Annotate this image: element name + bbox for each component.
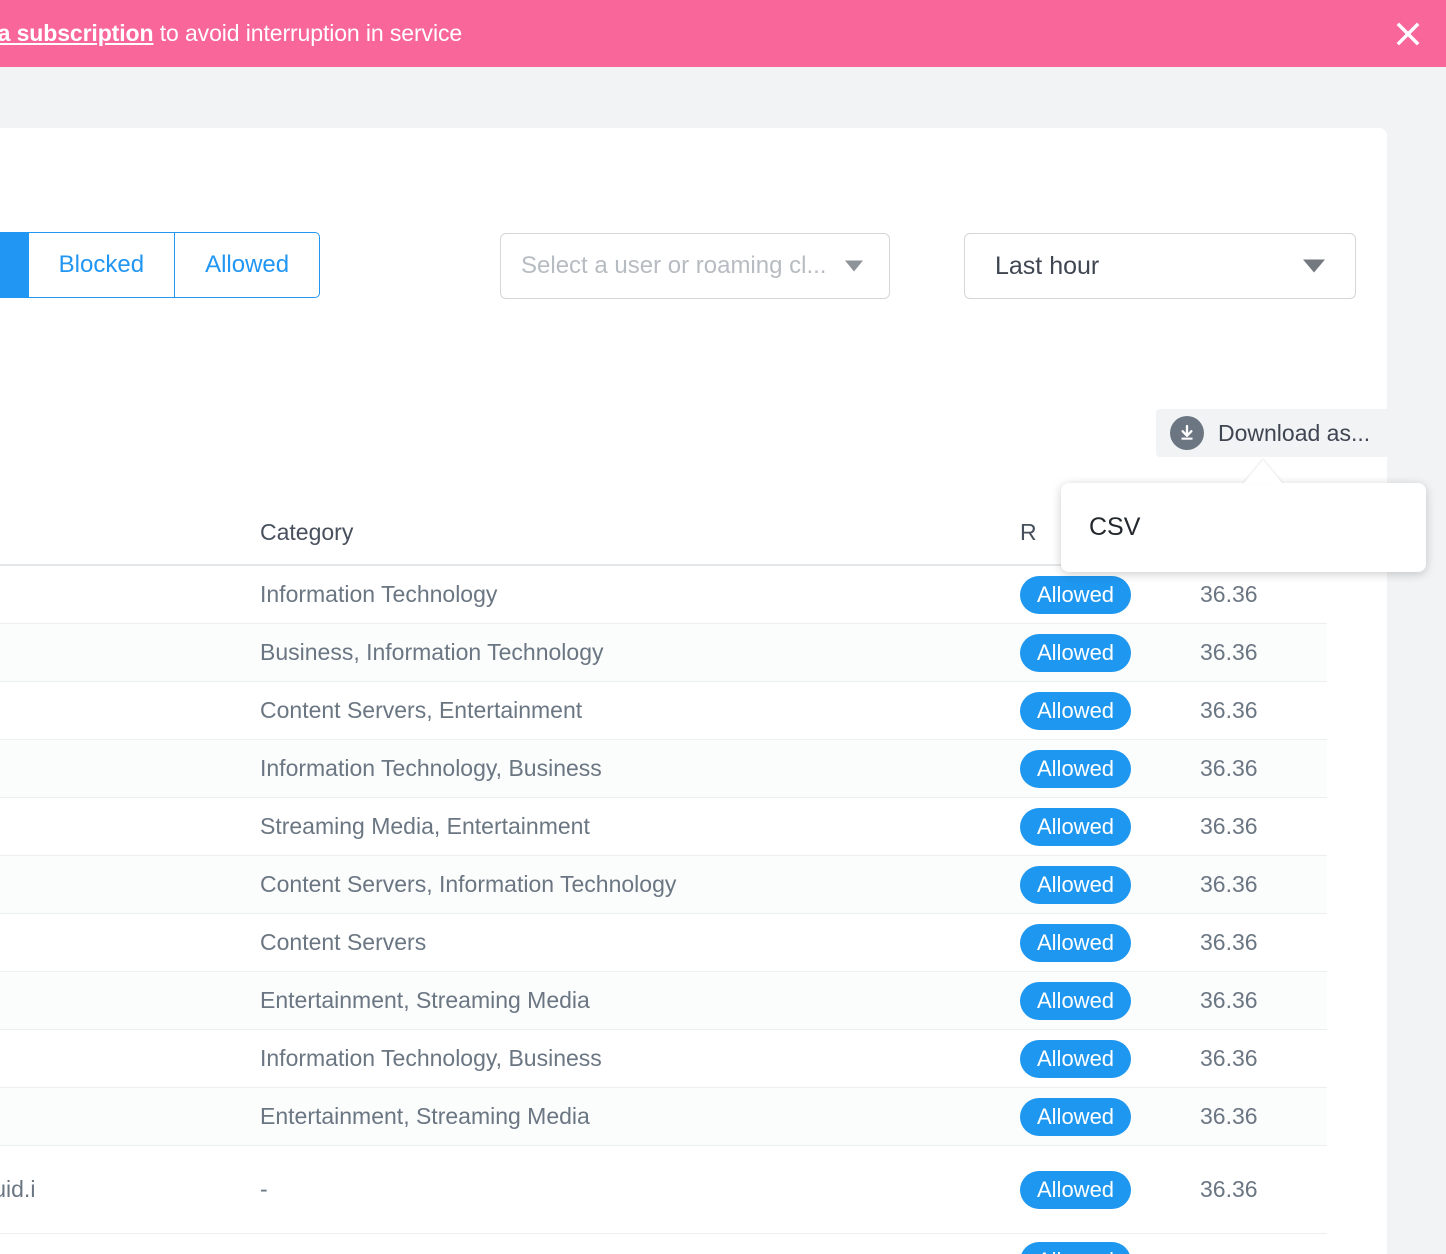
cell-result: Allowed: [1020, 807, 1200, 846]
cell-result: Allowed: [1020, 691, 1200, 730]
table-row[interactable]: arnuid.i - Allowed 36.36: [0, 1146, 1327, 1234]
dropdown-pointer: [1243, 460, 1283, 484]
status-badge: Allowed: [1020, 923, 1132, 962]
status-badge: Allowed: [1020, 749, 1132, 788]
cell-value: 36.36: [1200, 929, 1258, 955]
cell-value: 36.36: [1200, 697, 1258, 723]
subscription-banner: ose a subscription to avoid interruption…: [0, 0, 1446, 67]
table-row-partial: Allowed: [0, 1234, 1327, 1254]
cell-result: Allowed: [1020, 633, 1200, 672]
cell-value: 36.36: [1200, 987, 1258, 1013]
banner-message-text: to avoid interruption in service: [153, 20, 463, 46]
table-row[interactable]: Information Technology, Business Allowed 3…: [0, 1030, 1327, 1088]
cell-value: 36.36: [1200, 755, 1258, 781]
cell-result: Allowed: [1020, 1039, 1200, 1078]
cell-category: Information Technology, Business: [260, 1045, 602, 1071]
cell-category: Business, Information Technology: [260, 639, 604, 665]
cell-value: 36.36: [1200, 1103, 1258, 1129]
cell-value: 36.36: [1200, 871, 1258, 897]
cell-result: Allowed: [1020, 865, 1200, 904]
filter-toolbar: All Blocked Allowed Select a user or roa…: [0, 232, 1387, 304]
table-row[interactable]: Business, Information Technology Allowed 3…: [0, 624, 1327, 682]
cell-value: 36.36: [1200, 813, 1258, 839]
cell-category: Content Servers: [260, 929, 427, 955]
cell-category: Content Servers, Information Technology: [260, 871, 677, 897]
user-select-placeholder: Select a user or roaming cl...: [521, 252, 827, 279]
cell-result: Allowed: [1020, 1170, 1200, 1209]
cell-category: -: [260, 1176, 268, 1202]
status-badge: Allowed: [1020, 1039, 1132, 1078]
status-filter-group: All Blocked Allowed: [0, 232, 321, 298]
chevron-down-icon: [1303, 259, 1325, 273]
table-row[interactable]: Content Servers, Entertainment Allowed 36.…: [0, 682, 1327, 740]
download-as-button[interactable]: Download as...: [1156, 409, 1412, 457]
status-badge: Allowed: [1020, 1097, 1132, 1136]
filter-tab-all[interactable]: All: [0, 232, 29, 298]
table-row[interactable]: Streaming Media, Entertainment Allowed 36.…: [0, 798, 1327, 856]
cell-category: Information Technology, Business: [260, 755, 602, 781]
table-body: Information Technology Allowed 36.36 Busine…: [0, 566, 1327, 1234]
cell-category: Streaming Media, Entertainment: [260, 813, 590, 839]
content-card: All Blocked Allowed Select a user or roa…: [0, 128, 1387, 1254]
download-as-label: Download as...: [1218, 419, 1371, 446]
cell-category: Entertainment, Streaming Media: [260, 1103, 590, 1129]
filter-tab-blocked[interactable]: Blocked: [27, 232, 176, 298]
time-range-select[interactable]: Last hour: [964, 233, 1356, 299]
cell-category: Information Technology: [260, 581, 498, 607]
cell-value: 36.36: [1200, 1176, 1258, 1202]
download-format-menu: CSV: [1061, 483, 1426, 572]
cell-result: Allowed: [1020, 923, 1200, 962]
table-row[interactable]: Content Servers Allowed 36.36: [0, 914, 1327, 972]
status-badge: Allowed: [1020, 1242, 1132, 1254]
status-badge: Allowed: [1020, 981, 1132, 1020]
time-range-value: Last hour: [995, 251, 1100, 280]
status-badge: Allowed: [1020, 691, 1132, 730]
cell-value: 36.36: [1200, 639, 1258, 665]
download-circle-icon: [1170, 416, 1204, 450]
cell-category: Entertainment, Streaming Media: [260, 987, 590, 1013]
cell-result: Allowed: [1020, 1097, 1200, 1136]
chevron-down-icon: [845, 260, 863, 272]
cell-host: arnuid.i: [0, 1176, 36, 1202]
cell-result: Allowed: [1020, 575, 1200, 614]
status-badge: Allowed: [1020, 575, 1132, 614]
status-badge: Allowed: [1020, 633, 1132, 672]
table-row[interactable]: Entertainment, Streaming Media Allowed 36.…: [0, 1088, 1327, 1146]
column-header-category[interactable]: Category: [260, 519, 1020, 546]
user-select[interactable]: Select a user or roaming cl...: [500, 233, 890, 299]
cell-category: Content Servers, Entertainment: [260, 697, 583, 723]
activity-table: Category R Information Technology Allowed…: [0, 500, 1327, 1254]
choose-subscription-link[interactable]: ose a subscription: [0, 20, 154, 46]
table-row[interactable]: Entertainment, Streaming Media Allowed 36.…: [0, 972, 1327, 1030]
cell-value: 36.36: [1200, 1045, 1258, 1071]
menu-item-csv[interactable]: CSV: [1061, 513, 1140, 542]
status-badge: Allowed: [1020, 865, 1132, 904]
table-row[interactable]: Content Servers, Information Technology A…: [0, 856, 1327, 914]
banner-close-button[interactable]: [1388, 14, 1428, 54]
status-badge: Allowed: [1020, 1170, 1132, 1209]
table-row[interactable]: Information Technology, Business Allowed 3…: [0, 740, 1327, 798]
close-icon: [1396, 22, 1420, 45]
cell-result: Allowed: [1020, 981, 1200, 1020]
cell-value: 36.36: [1200, 581, 1258, 607]
banner-message: ose a subscription to avoid interruption…: [0, 20, 462, 47]
cell-result: Allowed: [1020, 749, 1200, 788]
table-row[interactable]: Information Technology Allowed 36.36: [0, 566, 1327, 624]
filter-tab-allowed[interactable]: Allowed: [174, 232, 321, 298]
app-root: ose a subscription to avoid interruption…: [0, 0, 1446, 1254]
status-badge: Allowed: [1020, 807, 1132, 846]
